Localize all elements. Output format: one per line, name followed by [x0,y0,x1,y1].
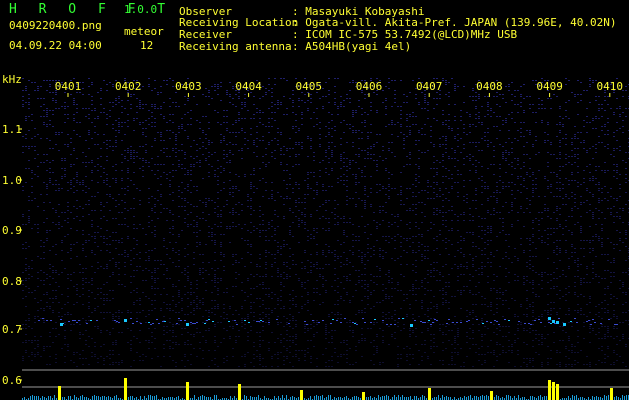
time-label: 0409 [536,80,563,93]
time-label: 0407 [416,80,443,93]
amplitude-peaks [22,378,629,400]
freq-label: 0.7 [2,323,22,336]
freq-label: 1.1 [2,123,22,136]
time-label: 0405 [296,80,323,93]
time-label: 0408 [476,80,503,93]
freq-label: 1.0 [2,174,22,187]
time-label: 0406 [356,80,383,93]
time-label: 0410 [597,80,624,93]
time-label: 0401 [55,80,82,93]
axis-unit-label: kHz [2,73,22,86]
axis-labels: kHz 0401 0402 0403 0404 0405 0406 0407 0408 0409 0… [2,73,623,387]
time-label: 0403 [175,80,202,93]
time-label: 0404 [235,80,262,93]
grid-layer [22,369,629,388]
freq-label: 0.8 [2,275,22,288]
freq-label: 0.9 [2,224,22,237]
spectrogram-plot: kHz 0401 0402 0403 0404 0405 0406 0407 0408 0409 0… [2,73,629,400]
freq-label: 0.6 [2,374,22,387]
time-label: 0402 [115,80,142,93]
echo-trace [38,317,618,327]
noise-layer [22,78,629,367]
